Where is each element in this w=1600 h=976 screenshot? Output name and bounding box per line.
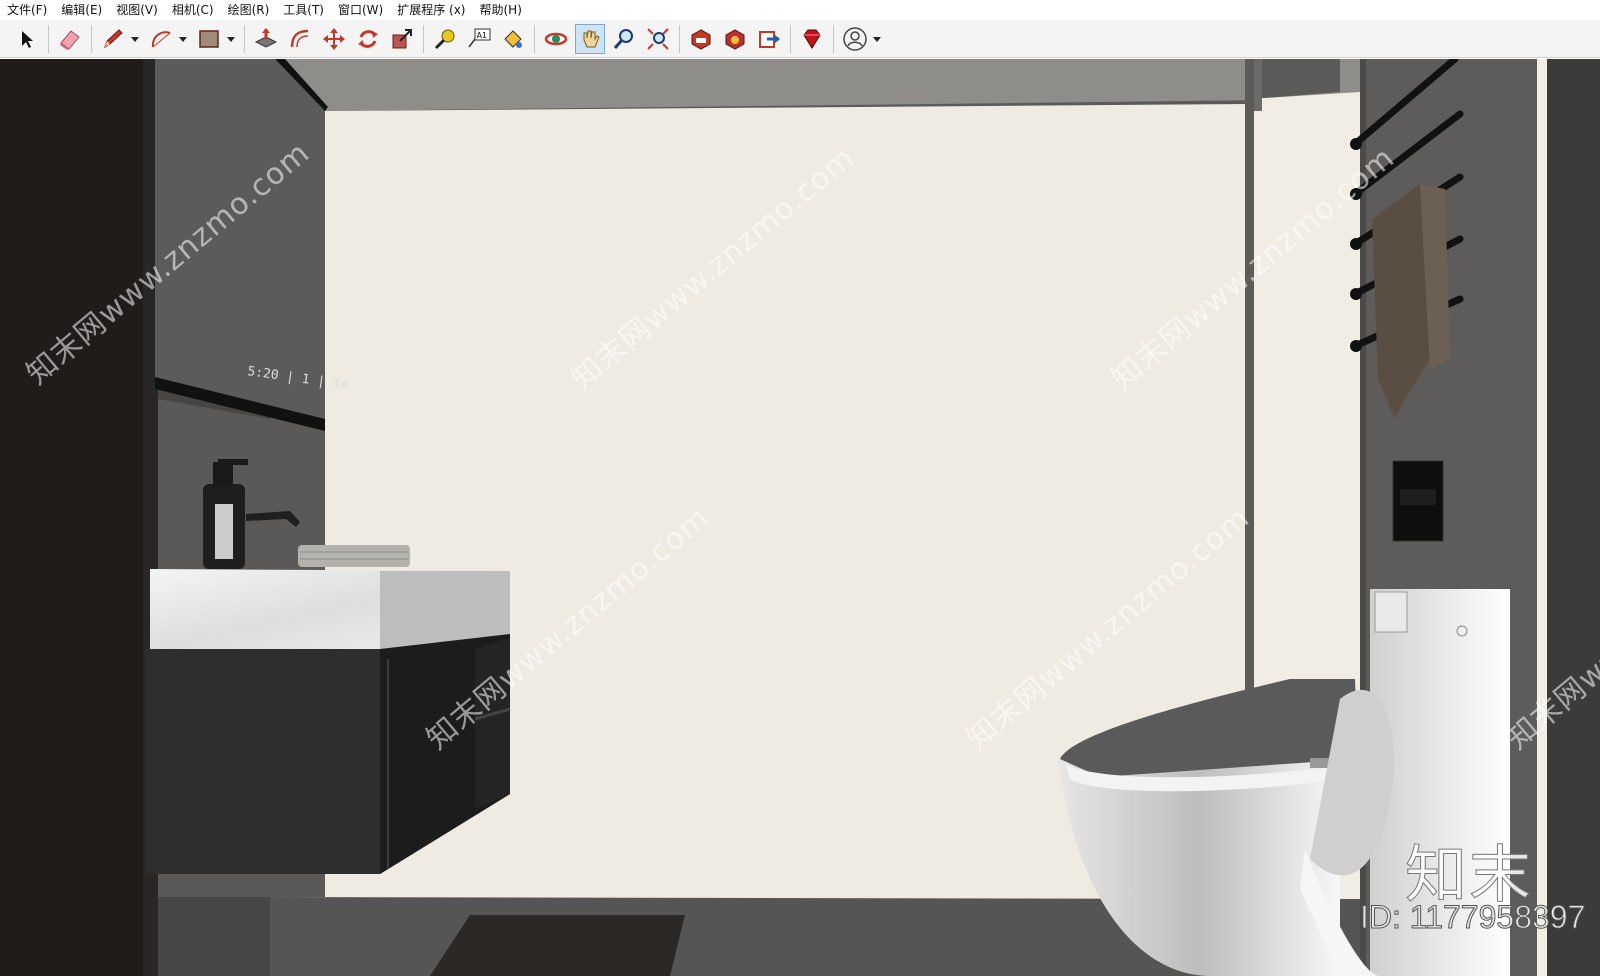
bathroom-scene: 5:20 | 1 | 14 xyxy=(0,59,1600,976)
toolbar-separator xyxy=(244,24,245,53)
zoom-extents-tool-button[interactable] xyxy=(643,24,673,54)
flush-button xyxy=(1400,489,1436,505)
menu-view[interactable]: 视图(V) xyxy=(109,0,165,20)
chevron-down-icon xyxy=(179,36,187,42)
toolbar-separator xyxy=(679,24,680,53)
menu-tools[interactable]: 工具(T) xyxy=(276,0,331,20)
tape-measure-tool-button[interactable] xyxy=(430,24,460,54)
warehouse-icon xyxy=(691,28,711,50)
scale-icon xyxy=(392,28,412,48)
toolbar-separator xyxy=(790,24,791,53)
menu-extensions[interactable]: 扩展程序 (x) xyxy=(390,0,472,20)
pillar-shadow xyxy=(1254,59,1262,111)
vanity-open-shelf xyxy=(475,637,510,809)
push-pull-icon xyxy=(254,27,278,48)
send-to-layout-icon xyxy=(759,30,780,48)
model-viewport[interactable]: 5:20 | 1 | 14 知末网www.znzmo.com 知末网www.zn… xyxy=(0,59,1600,976)
soap-bottle-nozzle xyxy=(218,459,248,465)
paint-bucket-tool-button[interactable] xyxy=(498,24,528,54)
scale-tool-button[interactable] xyxy=(387,24,417,54)
offset-tool-button[interactable] xyxy=(285,24,315,54)
move-icon xyxy=(323,27,345,50)
toolbar-separator xyxy=(534,24,535,53)
menu-window[interactable]: 窗口(W) xyxy=(331,0,390,20)
tape-measure-icon xyxy=(434,29,455,49)
move-tool-button[interactable] xyxy=(319,24,349,54)
rotate-icon xyxy=(358,29,378,48)
user-avatar-icon xyxy=(843,26,867,51)
toilet-tank-panel xyxy=(1374,591,1408,633)
text-label-icon: A1 xyxy=(468,28,491,47)
menu-bar: 文件(F) 编辑(E) 视图(V) 相机(C) 绘图(R) 工具(T) 窗口(W… xyxy=(0,0,1600,20)
account-dropdown[interactable] xyxy=(872,24,882,54)
arc-tool-dropdown[interactable] xyxy=(178,24,188,54)
chevron-down-icon xyxy=(873,36,881,42)
menu-draw[interactable]: 绘图(R) xyxy=(221,0,277,20)
chevron-down-icon xyxy=(227,36,235,42)
soap-bottle-pump xyxy=(213,462,233,486)
eraser-icon xyxy=(60,29,80,50)
left-wood-panel xyxy=(0,59,158,976)
select-tool-button[interactable] xyxy=(12,24,42,54)
right-wall-strip xyxy=(1537,59,1547,976)
shape-tool-button[interactable] xyxy=(194,24,224,54)
paint-bucket-icon xyxy=(504,29,522,48)
shape-tool-dropdown[interactable] xyxy=(226,24,236,54)
ruby-gem-icon xyxy=(803,29,821,49)
orbit-icon xyxy=(544,32,568,45)
toolbar-separator xyxy=(423,24,424,53)
right-wall-edge xyxy=(1547,59,1600,976)
eraser-tool-button[interactable] xyxy=(55,24,85,54)
soap-bottle-label xyxy=(215,504,233,559)
extension-warehouse-button[interactable] xyxy=(720,24,750,54)
line-tool-button[interactable] xyxy=(98,24,128,54)
account-button[interactable] xyxy=(840,24,870,54)
arc-icon xyxy=(151,30,171,47)
text-tool-glyph: A1 xyxy=(477,31,488,40)
rotate-tool-button[interactable] xyxy=(353,24,383,54)
send-to-layout-button[interactable] xyxy=(754,24,784,54)
chevron-down-icon xyxy=(131,36,139,42)
pan-tool-button[interactable] xyxy=(575,23,605,54)
menu-help[interactable]: 帮助(H) xyxy=(472,0,528,20)
folded-towel xyxy=(298,545,410,567)
toolbar-separator xyxy=(48,24,49,53)
toolbar-separator xyxy=(833,24,834,53)
zoom-extents-icon xyxy=(647,27,669,50)
hand-icon xyxy=(583,30,600,47)
rectangle-icon xyxy=(199,29,219,48)
menu-file[interactable]: 文件(F) xyxy=(0,0,54,20)
magnifier-icon xyxy=(613,28,633,49)
arc-tool-button[interactable] xyxy=(146,24,176,54)
arrow-cursor-icon xyxy=(22,30,33,48)
floor-mat xyxy=(430,915,685,976)
toilet-sensor xyxy=(1310,758,1330,768)
ceiling xyxy=(270,59,1360,111)
text-tool-button[interactable]: A1 xyxy=(464,24,494,54)
zoom-tool-button[interactable] xyxy=(609,24,639,54)
menu-edit[interactable]: 编辑(E) xyxy=(54,0,109,20)
pencil-icon xyxy=(104,28,123,48)
main-toolbar: A1 xyxy=(0,20,1600,58)
offset-icon xyxy=(290,29,309,47)
ruby-console-button[interactable] xyxy=(797,24,827,54)
menu-camera[interactable]: 相机(C) xyxy=(165,0,221,20)
extension-warehouse-icon xyxy=(725,28,745,50)
push-pull-tool-button[interactable] xyxy=(251,24,281,54)
3d-warehouse-button[interactable] xyxy=(686,24,716,54)
toolbar-separator xyxy=(91,24,92,53)
orbit-tool-button[interactable] xyxy=(541,24,571,54)
line-tool-dropdown[interactable] xyxy=(130,24,140,54)
brand-id: ID: 1177958397 xyxy=(1359,899,1586,936)
